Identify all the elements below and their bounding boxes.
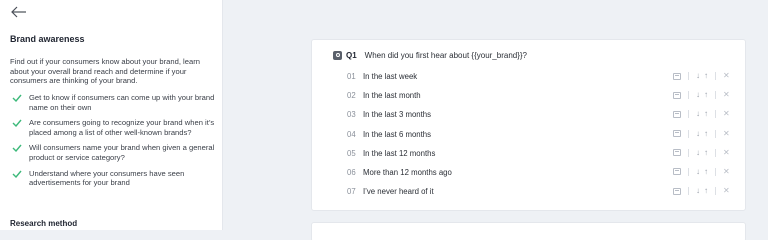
answer-number: 04 [347, 129, 356, 139]
answer-text[interactable]: In the last 12 months [363, 149, 435, 158]
arrow-up-icon[interactable]: ↑ [704, 90, 708, 100]
image-icon[interactable] [673, 149, 681, 157]
answer-option[interactable]: 02 In the last month ↓ ↑ ✕ [312, 86, 745, 105]
close-icon[interactable]: ✕ [723, 109, 730, 119]
back-arrow-icon[interactable] [10, 4, 28, 20]
image-icon[interactable] [673, 110, 681, 118]
benefits-list: Get to know if consumers can come up wit… [10, 93, 215, 194]
question-text[interactable]: When did you first hear about {{your_bra… [365, 51, 527, 60]
divider [688, 129, 689, 138]
answer-option[interactable]: 07 I’ve never heard of it ↓ ↑ ✕ [312, 182, 745, 201]
question-number: Q1 [346, 50, 357, 60]
image-icon[interactable] [673, 72, 681, 80]
benefit-item: Will consumers name your brand when give… [10, 143, 215, 162]
answer-option[interactable]: 01 In the last week ↓ ↑ ✕ [312, 67, 745, 86]
benefit-text: Will consumers name your brand when give… [29, 143, 215, 162]
arrow-down-icon[interactable]: ↓ [696, 129, 700, 139]
question-header: Q1 When did you first hear about {{your_… [333, 49, 527, 61]
benefit-text: Are consumers going to recognize your br… [29, 118, 215, 137]
image-icon[interactable] [673, 130, 681, 138]
close-icon[interactable]: ✕ [723, 148, 730, 158]
close-icon[interactable]: ✕ [723, 186, 730, 196]
arrow-up-icon[interactable]: ↑ [704, 129, 708, 139]
image-icon[interactable] [673, 168, 681, 176]
divider [715, 110, 716, 119]
arrow-up-icon[interactable]: ↑ [704, 148, 708, 158]
answer-option[interactable]: 04 In the last 6 months ↓ ↑ ✕ [312, 125, 745, 144]
close-icon[interactable]: ✕ [723, 90, 730, 100]
answer-text[interactable]: In the last 6 months [363, 130, 431, 139]
answer-number: 06 [347, 168, 356, 178]
single-choice-icon [333, 50, 342, 60]
answer-number: 01 [347, 72, 356, 82]
answer-number: 02 [347, 91, 356, 101]
divider [715, 148, 716, 157]
answer-actions: ↓ ↑ ✕ [673, 148, 730, 158]
check-icon [12, 94, 22, 102]
answer-number: 07 [347, 187, 356, 197]
answer-actions: ↓ ↑ ✕ [673, 167, 730, 177]
benefit-item: Understand where your consumers have see… [10, 169, 215, 188]
answer-option[interactable]: 03 In the last 3 months ↓ ↑ ✕ [312, 105, 745, 124]
divider [715, 91, 716, 100]
divider [715, 167, 716, 176]
close-icon[interactable]: ✕ [723, 129, 730, 139]
answer-actions: ↓ ↑ ✕ [673, 90, 730, 100]
answer-text[interactable]: More than 12 months ago [363, 168, 452, 177]
sidebar: Brand awareness Find out if your consume… [0, 0, 223, 230]
arrow-down-icon[interactable]: ↓ [696, 109, 700, 119]
page-title: Brand awareness [10, 34, 85, 44]
divider [715, 72, 716, 80]
image-icon[interactable] [673, 187, 681, 195]
answer-actions: ↓ ↑ ✕ [673, 186, 730, 196]
benefit-text: Get to know if consumers can come up wit… [29, 93, 215, 112]
question-card: Q1 When did you first hear about {{your_… [311, 39, 746, 211]
arrow-down-icon[interactable]: ↓ [696, 167, 700, 177]
check-icon [12, 144, 22, 153]
arrow-up-icon[interactable]: ↑ [704, 71, 708, 81]
arrow-down-icon[interactable]: ↓ [696, 186, 700, 196]
answer-option[interactable]: 05 In the last 12 months ↓ ↑ ✕ [312, 144, 745, 163]
answer-text[interactable]: I’ve never heard of it [363, 187, 434, 196]
close-icon[interactable]: ✕ [723, 167, 730, 177]
divider [688, 110, 689, 119]
answer-list: 01 In the last week ↓ ↑ ✕ 02 In the last month… [312, 67, 745, 201]
answer-actions: ↓ ↑ ✕ [673, 129, 730, 139]
benefit-item: Get to know if consumers can come up wit… [10, 93, 215, 112]
divider [688, 72, 689, 80]
divider [688, 187, 689, 196]
check-icon [12, 119, 22, 128]
arrow-down-icon[interactable]: ↓ [696, 148, 700, 158]
close-icon[interactable]: ✕ [723, 71, 730, 81]
answer-number: 03 [347, 110, 356, 120]
research-method-heading: Research method [10, 219, 78, 228]
divider [715, 129, 716, 138]
arrow-up-icon[interactable]: ↑ [704, 167, 708, 177]
answer-actions: ↓ ↑ ✕ [673, 109, 730, 119]
answer-text[interactable]: In the last 3 months [363, 110, 431, 119]
arrow-down-icon[interactable]: ↓ [696, 90, 700, 100]
answer-text[interactable]: In the last week [363, 72, 417, 81]
image-icon[interactable] [673, 91, 681, 99]
answer-text[interactable]: In the last month [363, 91, 421, 100]
divider [715, 187, 716, 196]
benefit-text: Understand where your consumers have see… [29, 168, 185, 188]
answer-number: 05 [347, 148, 356, 158]
benefit-item: Are consumers going to recognize your br… [10, 118, 215, 137]
description: Find out if your consumers know about yo… [10, 57, 200, 86]
arrow-up-icon[interactable]: ↑ [704, 109, 708, 119]
arrow-up-icon[interactable]: ↑ [704, 186, 708, 196]
divider [688, 91, 689, 100]
next-question-card [311, 222, 746, 240]
arrow-down-icon[interactable]: ↓ [696, 71, 700, 81]
answer-option[interactable]: 06 More than 12 months ago ↓ ↑ ✕ [312, 163, 745, 182]
check-icon [12, 170, 22, 178]
divider [688, 148, 689, 157]
divider [688, 167, 689, 176]
answer-actions: ↓ ↑ ✕ [673, 71, 730, 81]
